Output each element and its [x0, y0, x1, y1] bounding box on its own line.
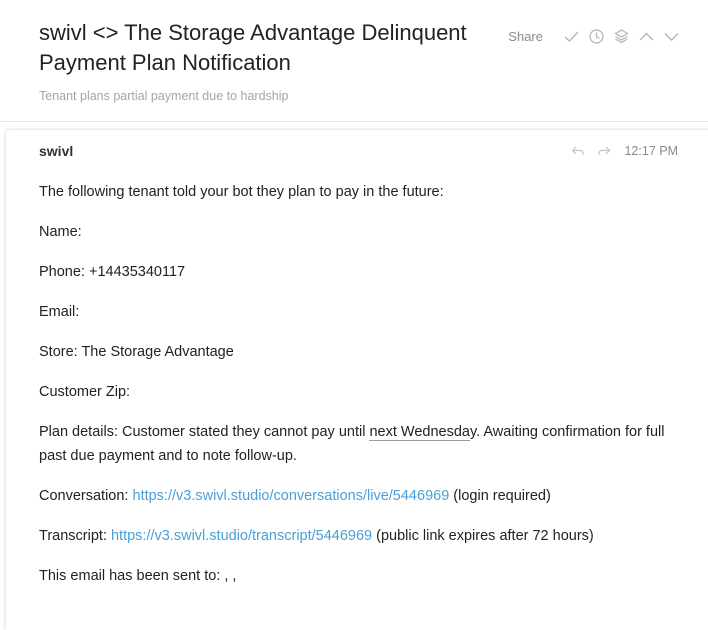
email-toolbar: Share: [508, 26, 680, 46]
chevron-down-icon[interactable]: [663, 28, 680, 45]
email-subject: swivl <> The Storage Advantage Delinquen…: [39, 20, 467, 75]
forward-icon[interactable]: [596, 143, 612, 159]
zip-line: Customer Zip:: [39, 384, 131, 400]
message-meta: 12:17 PM: [570, 143, 678, 159]
conversation-note: (login required): [449, 488, 551, 504]
plan-details: Plan details: Customer stated they canno…: [39, 420, 689, 468]
check-icon[interactable]: [563, 28, 580, 45]
transcript-note: (public link expires after 72 hours): [372, 528, 594, 544]
conversation-line: Conversation: https://v3.swivl.studio/co…: [39, 484, 689, 508]
intro-line: The following tenant told your bot they …: [39, 184, 444, 200]
transcript-link[interactable]: https://v3.swivl.studio/transcript/54469…: [111, 528, 372, 544]
transcript-line: Transcript: https://v3.swivl.studio/tran…: [39, 524, 689, 548]
store-line: Store: The Storage Advantage: [39, 344, 234, 360]
email-line: Email:: [39, 304, 80, 320]
clock-icon[interactable]: [588, 28, 605, 45]
conversation-link[interactable]: https://v3.swivl.studio/conversations/li…: [133, 488, 450, 504]
sender-name: swivl: [39, 143, 74, 159]
email-summary: Tenant plans partial payment due to hard…: [39, 89, 289, 103]
detected-date[interactable]: next Wednesda: [369, 424, 470, 441]
transcript-label: Transcript:: [39, 528, 111, 544]
email-header: swivl <> The Storage Advantage Delinquen…: [0, 0, 708, 122]
reply-icon[interactable]: [570, 143, 586, 159]
conversation-label: Conversation:: [39, 488, 133, 504]
message-time: 12:17 PM: [624, 144, 678, 158]
plan-prefix: Plan details: Customer stated they canno…: [39, 424, 370, 440]
layers-icon[interactable]: [613, 28, 630, 45]
sent-to-line: This email has been sent to: , ,: [39, 568, 237, 584]
share-button[interactable]: Share: [508, 29, 543, 44]
chevron-up-icon[interactable]: [638, 28, 655, 45]
message-body: The following tenant told your bot they …: [39, 180, 689, 604]
phone-line: Phone: +14435340117: [39, 264, 186, 280]
name-line: Name:: [39, 224, 82, 240]
